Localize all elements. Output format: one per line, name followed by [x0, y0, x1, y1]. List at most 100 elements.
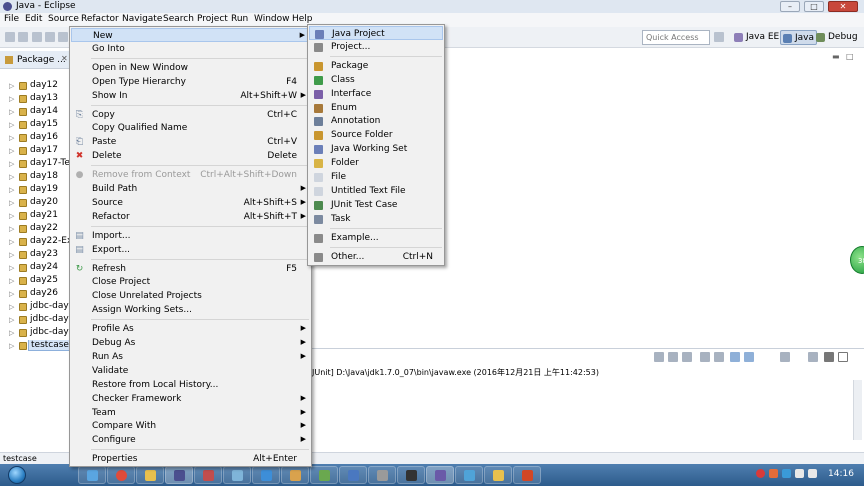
- context-menu-item-close-project[interactable]: Close Project: [71, 275, 310, 289]
- close-button[interactable]: ✕: [828, 1, 858, 12]
- new-submenu-item-package[interactable]: Package: [309, 59, 443, 73]
- tree-item-project[interactable]: ▷ day12: [0, 80, 70, 92]
- print-icon[interactable]: [58, 32, 68, 42]
- view-menu-icon[interactable]: [808, 352, 818, 362]
- clear-console-icon[interactable]: [700, 352, 710, 362]
- expand-arrow-icon[interactable]: ▷: [9, 108, 14, 116]
- expand-arrow-icon[interactable]: ▷: [9, 147, 14, 155]
- new-submenu-item-enum[interactable]: Enum: [309, 101, 443, 115]
- new-submenu-item-source-folder[interactable]: Source Folder: [309, 128, 443, 142]
- new-submenu-item-task[interactable]: Task: [309, 212, 443, 226]
- save-all-icon[interactable]: [45, 32, 55, 42]
- console-scrollbar[interactable]: [853, 380, 862, 440]
- tree-item-project[interactable]: ▷ day16: [0, 132, 70, 144]
- tree-item-project[interactable]: ▷ day15: [0, 119, 70, 131]
- new-submenu-item-other[interactable]: Other... Ctrl+N: [309, 250, 443, 264]
- context-menu-item-close-unrelated-projects[interactable]: Close Unrelated Projects: [71, 289, 310, 303]
- maximize-icon[interactable]: □: [846, 52, 854, 61]
- new-submenu-item-java-working-set[interactable]: Java Working Set: [309, 142, 443, 156]
- expand-arrow-icon[interactable]: ▷: [9, 342, 14, 350]
- close-icon[interactable]: ✕: [61, 54, 68, 63]
- taskbar-app[interactable]: [223, 466, 251, 484]
- tree-item-project[interactable]: ▷ day23: [0, 249, 70, 261]
- new-submenu-item-annotation[interactable]: Annotation: [309, 114, 443, 128]
- context-menu-item-open-in-new-window[interactable]: Open in New Window: [71, 61, 310, 75]
- tree-item-project[interactable]: ▷ day13: [0, 93, 70, 105]
- context-menu-item-source[interactable]: Source Alt+Shift+S ▶: [71, 196, 310, 210]
- expand-arrow-icon[interactable]: ▷: [9, 251, 14, 259]
- menu-run[interactable]: Run: [231, 14, 248, 24]
- expand-arrow-icon[interactable]: ▷: [9, 238, 14, 246]
- show-err-icon[interactable]: [744, 352, 754, 362]
- tree-item-project[interactable]: ▷ testcase: [0, 340, 70, 352]
- menu-window[interactable]: Window: [254, 14, 290, 24]
- new-submenu-item-file[interactable]: File: [309, 170, 443, 184]
- new-submenu-item-class[interactable]: Class: [309, 73, 443, 87]
- expand-arrow-icon[interactable]: ▷: [9, 303, 14, 311]
- menu-refactor[interactable]: Refactor: [81, 14, 119, 24]
- tree-item-project[interactable]: ▷ day18: [0, 171, 70, 183]
- menu-edit[interactable]: Edit: [25, 14, 42, 24]
- menu-project[interactable]: Project: [197, 14, 228, 24]
- taskbar-app[interactable]: [165, 466, 193, 484]
- tree-item-project[interactable]: ▷ day24: [0, 262, 70, 274]
- expand-arrow-icon[interactable]: ▷: [9, 186, 14, 194]
- clock[interactable]: 14:16: [828, 469, 854, 479]
- taskbar-app[interactable]: [513, 466, 541, 484]
- tree-item-project[interactable]: ▷ jdbc-day0: [0, 301, 70, 313]
- context-menu-item-show-in[interactable]: Show In Alt+Shift+W ▶: [71, 89, 310, 103]
- start-button[interactable]: [8, 466, 26, 484]
- tree-item-project[interactable]: ▷ day22: [0, 223, 70, 235]
- context-menu-item-build-path[interactable]: Build Path ▶: [71, 182, 310, 196]
- tree-item-project[interactable]: ▷ day17: [0, 145, 70, 157]
- tree-item-project[interactable]: ▷ day14: [0, 106, 70, 118]
- context-menu-item-restore-from-local-history[interactable]: Restore from Local History...: [71, 378, 310, 392]
- new-submenu-item-untitled-text-file[interactable]: Untitled Text File: [309, 184, 443, 198]
- dropdown-icon[interactable]: [18, 32, 28, 42]
- context-menu-item-validate[interactable]: Validate: [71, 364, 310, 378]
- context-menu-item-checker-framework[interactable]: Checker Framework ▶: [71, 392, 310, 406]
- display-console-icon[interactable]: [780, 352, 790, 362]
- taskbar-app[interactable]: [368, 466, 396, 484]
- expand-arrow-icon[interactable]: ▷: [9, 329, 14, 337]
- context-menu-item-debug-as[interactable]: Debug As ▶: [71, 336, 310, 350]
- tree-item-project[interactable]: ▷ day20: [0, 197, 70, 209]
- context-menu-item-export[interactable]: ▤ Export...: [71, 243, 310, 257]
- new-submenu-item-folder[interactable]: Folder: [309, 156, 443, 170]
- expand-arrow-icon[interactable]: ▷: [9, 121, 14, 129]
- maximize-icon[interactable]: [838, 352, 848, 362]
- taskbar-app[interactable]: [455, 466, 483, 484]
- taskbar-app[interactable]: [397, 466, 425, 484]
- menu-search[interactable]: Search: [163, 14, 194, 24]
- minimize-button[interactable]: –: [780, 1, 800, 12]
- tree-item-project[interactable]: ▷ day22-Exa: [0, 236, 70, 248]
- taskbar-app[interactable]: [107, 466, 135, 484]
- tree-item-project[interactable]: ▷ day19: [0, 184, 70, 196]
- perspective-java-ee[interactable]: Java EE: [732, 30, 781, 45]
- quick-access-input[interactable]: Quick Access: [642, 30, 710, 45]
- menu-help[interactable]: Help: [292, 14, 313, 24]
- menu-file[interactable]: File: [4, 14, 19, 24]
- context-menu-item-assign-working-sets[interactable]: Assign Working Sets...: [71, 303, 310, 317]
- context-menu-item-refactor[interactable]: Refactor Alt+Shift+T ▶: [71, 210, 310, 224]
- tree-item-project[interactable]: ▷ jdbc-day0: [0, 314, 70, 326]
- context-menu-item-copy-qualified-name[interactable]: Copy Qualified Name: [71, 121, 310, 135]
- new-submenu-item-java-project[interactable]: Java Project: [309, 26, 443, 40]
- terminate-icon[interactable]: [654, 352, 664, 362]
- tree-item-project[interactable]: ▷ jdbc-day0: [0, 327, 70, 339]
- minimize-icon[interactable]: [824, 352, 834, 362]
- expand-arrow-icon[interactable]: ▷: [9, 160, 14, 168]
- expand-arrow-icon[interactable]: ▷: [9, 316, 14, 324]
- tray-icon[interactable]: [782, 469, 791, 478]
- menu-navigate[interactable]: Navigate: [122, 14, 162, 24]
- context-menu-item-copy[interactable]: ⎘ Copy Ctrl+C: [71, 108, 310, 122]
- expand-arrow-icon[interactable]: ▷: [9, 212, 14, 220]
- new-submenu-item-junit-test-case[interactable]: JUnit Test Case: [309, 198, 443, 212]
- maximize-button[interactable]: □: [804, 1, 824, 12]
- context-menu-item-paste[interactable]: ⎗ Paste Ctrl+V: [71, 135, 310, 149]
- context-menu-item-delete[interactable]: ✖ Delete Delete: [71, 149, 310, 163]
- minimize-icon[interactable]: ▬: [832, 52, 840, 61]
- expand-arrow-icon[interactable]: ▷: [9, 173, 14, 181]
- context-menu-item-refresh[interactable]: ↻ Refresh F5: [71, 262, 310, 276]
- perspective-java[interactable]: Java: [780, 30, 818, 45]
